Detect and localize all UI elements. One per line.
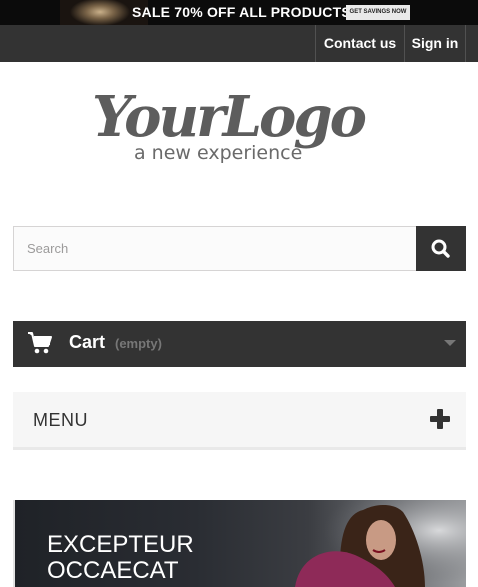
logo-wordmark: YourLogo [92,84,367,150]
home-slider[interactable]: EXCEPTEUR OCCAECAT [13,500,466,587]
sign-in-link[interactable]: Sign in [404,25,466,62]
chevron-down-icon[interactable] [444,340,456,346]
contact-us-link[interactable]: Contact us [315,25,404,62]
search-button[interactable] [416,226,466,271]
search-icon [431,239,450,258]
menu-label: MENU [33,410,88,430]
plus-icon[interactable] [429,408,451,430]
promo-text: SALE 70% OFF ALL PRODUCTS [132,4,351,20]
logo-tagline: a new experience [134,142,303,164]
cart-status: (empty) [115,336,162,351]
promo-cta-button[interactable]: GET SAVINGS NOW [346,5,410,20]
site-logo[interactable]: YourLogo a new experience [92,84,392,170]
shopping-cart-icon [28,332,52,354]
cart-label: Cart [69,332,106,352]
menu-toggle[interactable]: MENU [13,392,466,450]
top-nav-bar: Contact us Sign in [0,25,478,62]
slider-title-line-1: EXCEPTEUR [47,531,194,558]
slider-title: EXCEPTEUR OCCAECAT [47,532,247,584]
search-input[interactable] [13,226,417,271]
slider-model-image [275,500,466,587]
promo-banner[interactable]: SALE 70% OFF ALL PRODUCTS GET SAVINGS NO… [0,0,478,25]
slider-title-line-2: OCCAECAT [47,557,179,584]
cart-block[interactable]: Cart (empty) [13,321,466,367]
